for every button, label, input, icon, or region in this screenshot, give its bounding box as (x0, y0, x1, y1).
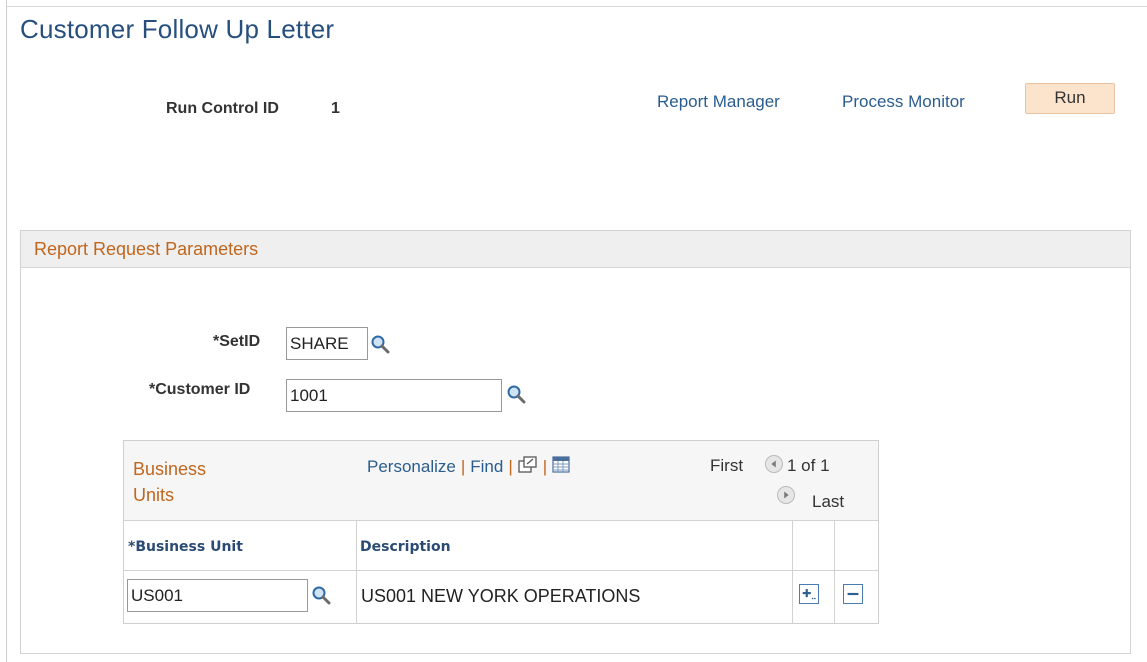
nav-last-link[interactable]: Last (812, 492, 844, 512)
section-header: Report Request Parameters (21, 231, 1130, 268)
run-control-id-label: Run Control ID (166, 100, 279, 117)
lookup-magnifier-icon[interactable] (370, 334, 390, 354)
customer-id-input[interactable]: 1001 (286, 379, 502, 412)
column-divider (834, 521, 835, 624)
delete-row-icon[interactable] (843, 584, 863, 604)
grid-title: Business Units (133, 459, 207, 505)
column-header-description[interactable]: Description (360, 539, 451, 555)
page-border-top (6, 6, 1147, 7)
personalize-link[interactable]: Personalize (367, 457, 456, 476)
setid-label: *SetID (213, 333, 261, 350)
process-monitor-link[interactable]: Process Monitor (842, 92, 965, 112)
toolbar-separator: | (542, 457, 548, 476)
column-header-business-unit[interactable]: *Business Unit (128, 539, 243, 555)
setid-input[interactable]: SHARE (286, 327, 368, 360)
grid-toolbar: Personalize | Find | | (367, 456, 570, 477)
report-manager-link[interactable]: Report Manager (657, 92, 780, 112)
page-border-left (6, 0, 7, 662)
run-button[interactable]: Run (1025, 83, 1115, 114)
toolbar-separator: | (508, 457, 513, 476)
business-unit-input[interactable]: US001 (127, 579, 308, 612)
next-arrow-icon[interactable] (777, 486, 795, 504)
column-divider (356, 521, 357, 624)
lookup-magnifier-icon[interactable] (506, 384, 526, 404)
business-unit-description: US001 NEW YORK OPERATIONS (361, 586, 641, 606)
new-window-icon[interactable] (518, 456, 538, 474)
find-link[interactable]: Find (470, 457, 503, 476)
customer-id-label: *Customer ID (149, 381, 251, 398)
previous-arrow-icon[interactable] (765, 455, 783, 473)
nav-first-link[interactable]: First (710, 456, 743, 476)
lookup-magnifier-icon[interactable] (311, 585, 331, 605)
toolbar-separator: | (460, 457, 466, 476)
add-row-icon[interactable] (799, 584, 819, 604)
page-title: Customer Follow Up Letter (20, 14, 335, 44)
row-count: 1 of 1 (787, 456, 830, 475)
download-spreadsheet-icon[interactable] (552, 456, 570, 474)
column-divider (792, 521, 793, 624)
run-control-id-value: 1 (331, 100, 340, 117)
table-header-row: *Business Unit Description (124, 521, 878, 571)
